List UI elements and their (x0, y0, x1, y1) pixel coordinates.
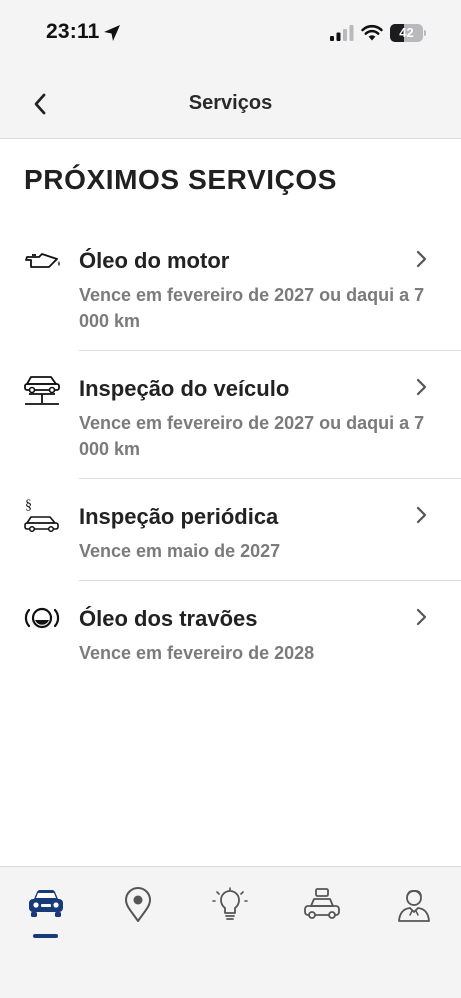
svg-text:§: § (25, 498, 32, 513)
service-due: Vence em maio de 2027 (79, 541, 281, 561)
tab-map[interactable] (108, 887, 168, 947)
tab-profile[interactable] (384, 887, 444, 947)
service-item-periodic-inspection[interactable]: § Inspeção periódica Vence em maio de 20… (0, 496, 461, 582)
active-tab-indicator (33, 934, 58, 938)
service-due: Vence em fevereiro de 2027 ou daqui a 7 … (79, 285, 425, 331)
divider (79, 350, 461, 351)
service-name: Inspeção periódica (79, 504, 279, 529)
map-pin-icon (125, 887, 151, 922)
section-title: PRÓXIMOS SERVIÇOS (24, 164, 338, 195)
service-name: Óleo dos travões (79, 606, 258, 631)
tab-vehicle[interactable] (16, 887, 76, 947)
status-bar: 23:11 42 (0, 0, 461, 68)
service-item-engine-oil[interactable]: Óleo do motor Vence em fevereiro de 2027… (0, 240, 461, 352)
tab-bar (0, 866, 461, 998)
battery-level: 42 (399, 25, 414, 40)
chevron-right-icon (416, 608, 427, 626)
divider (79, 478, 461, 479)
chevron-right-icon (416, 378, 427, 396)
service-name: Inspeção do veículo (79, 376, 290, 401)
location-arrow-icon (104, 25, 120, 41)
service-due: Vence em fevereiro de 2027 ou daqui a 7 … (79, 413, 425, 459)
service-due: Vence em fevereiro de 2028 (79, 643, 315, 663)
service-name: Óleo do motor (79, 248, 230, 273)
car-lift-icon (24, 376, 60, 405)
battery-icon: 42 (390, 24, 426, 42)
lightbulb-icon (212, 887, 248, 920)
chevron-right-icon (416, 250, 427, 268)
service-item-brake-fluid[interactable]: Óleo dos travões Vence em fevereiro de 2… (0, 598, 461, 678)
status-time: 23:11 (46, 20, 100, 43)
tab-tips[interactable] (200, 887, 260, 947)
nav-bar: Serviços (0, 68, 461, 139)
car-inspection-paragraph-icon: § (24, 498, 59, 532)
cellular-signal-icon (330, 25, 354, 41)
page-title: Serviços (188, 92, 273, 114)
chevron-right-icon (416, 506, 427, 524)
car-icon (29, 890, 63, 917)
user-profile-icon (398, 889, 430, 922)
engine-oil-can-icon (25, 253, 60, 268)
wifi-icon (361, 24, 383, 41)
car-service-icon (304, 888, 340, 919)
service-item-vehicle-inspection[interactable]: Inspeção do veículo Vence em fevereiro d… (0, 368, 461, 480)
tab-services[interactable] (292, 887, 352, 947)
divider (79, 580, 461, 581)
brake-fluid-icon (24, 607, 60, 629)
